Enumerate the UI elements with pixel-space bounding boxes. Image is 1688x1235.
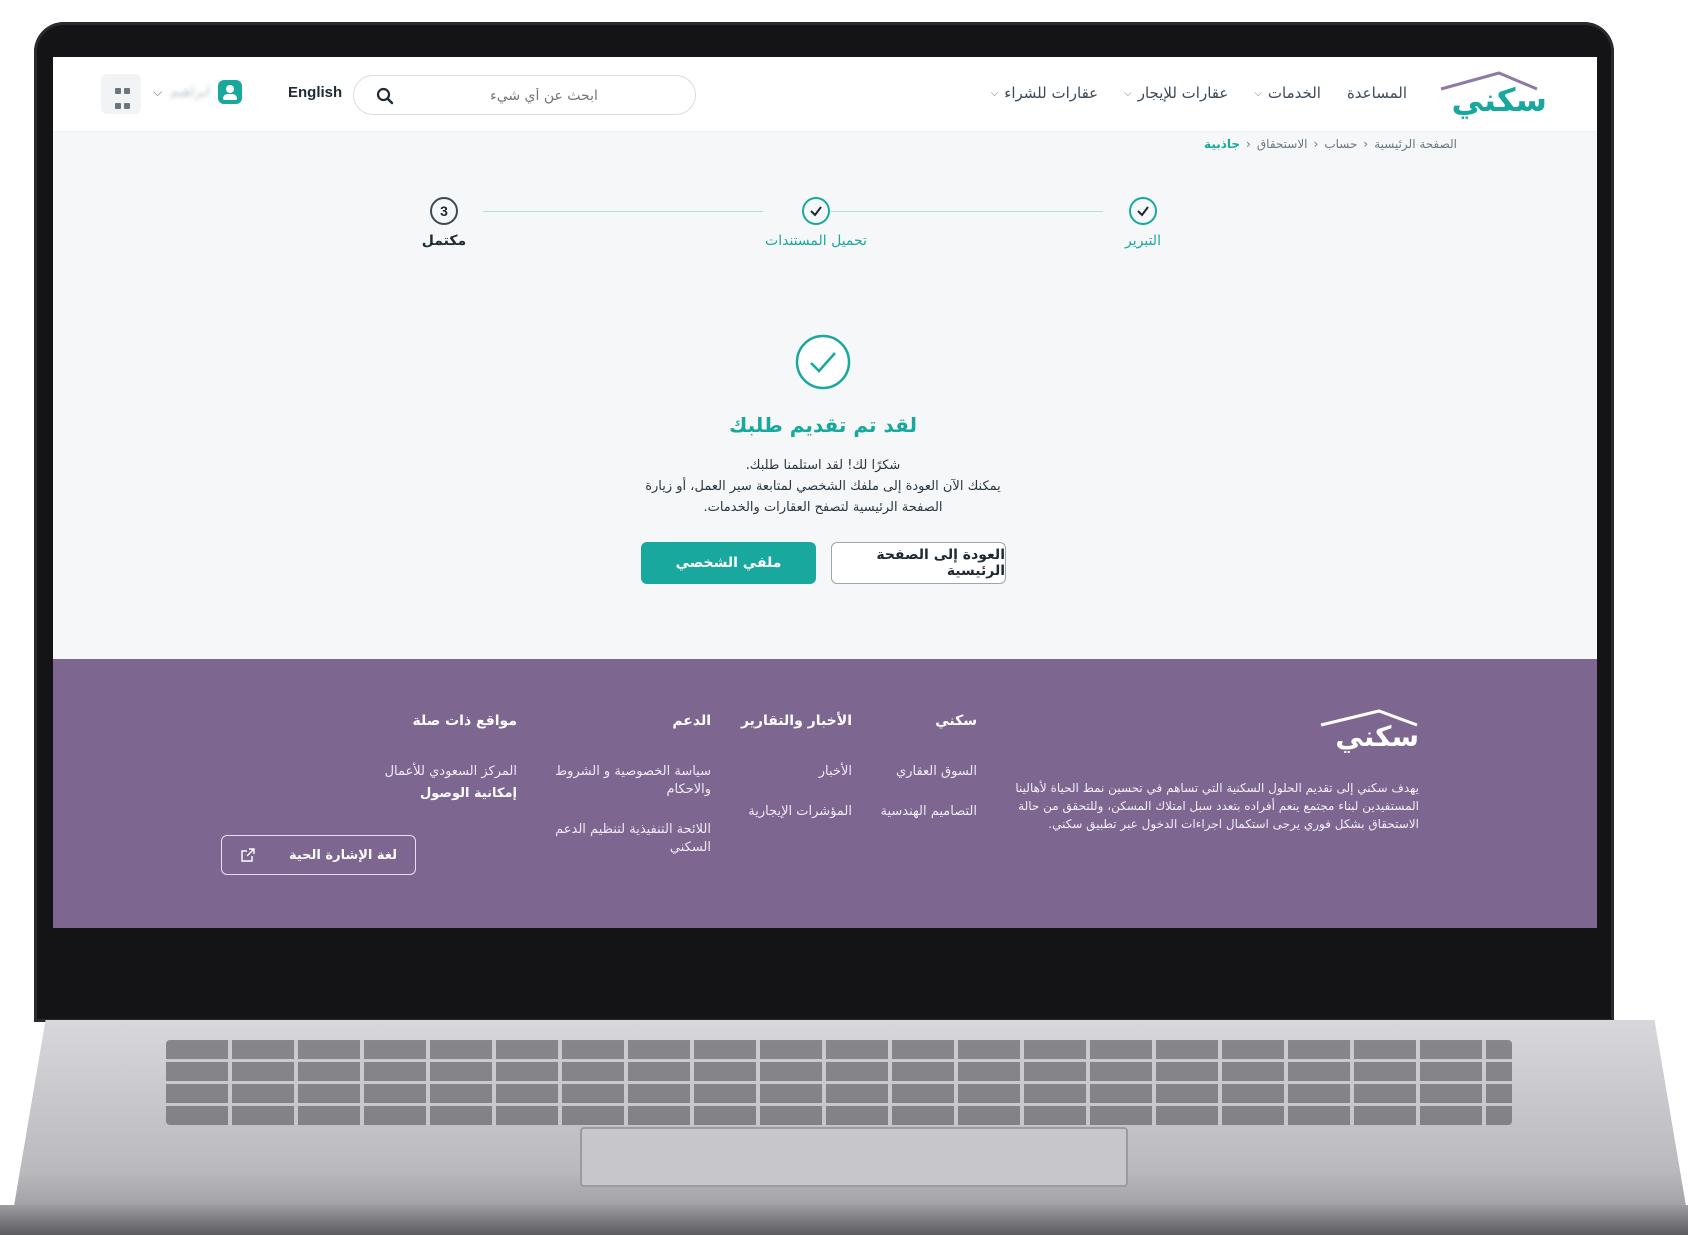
footer-column-sakani: سكني السوق العقاري التصاميم الهندسية — [881, 713, 978, 843]
laptop-trackpad — [580, 1127, 1128, 1187]
sign-language-label: لغة الإشارة الحية — [288, 847, 397, 863]
breadcrumb-home[interactable]: الصفحة الرئيسية — [1374, 137, 1457, 151]
nav-buy-label: عقارات للشراء — [1004, 84, 1099, 102]
step-label: تحميل المستندات — [765, 233, 867, 249]
stepper-line — [483, 211, 763, 212]
chevron-down-icon: ⌵ — [1254, 87, 1262, 99]
site-footer: سكني يهدف سكني إلى تقديم الحلول السكنية … — [53, 659, 1597, 928]
step-upload-documents: تحميل المستندات — [746, 197, 886, 249]
search-bar[interactable] — [353, 75, 696, 115]
sakani-logo[interactable]: سكني — [1437, 71, 1547, 119]
my-profile-button[interactable]: ملفي الشخصي — [641, 542, 816, 584]
footer-column-title: مواقع ذات صلة — [412, 713, 517, 729]
footer-link[interactable]: التصاميم الهندسية — [881, 803, 978, 821]
step-number: 3 — [430, 197, 458, 225]
step-check-icon — [802, 197, 830, 225]
success-line-1: شكرًا لك! لقد استلمنا طلبك. — [745, 458, 901, 473]
chevron-down-icon: ⌵ — [1124, 87, 1132, 99]
search-input[interactable] — [414, 84, 674, 108]
laptop-base-edge — [0, 1205, 1688, 1235]
nav-rent[interactable]: عقارات للإيجار ⌵ — [1124, 84, 1228, 102]
breadcrumb-separator-icon: ‹ — [1246, 137, 1251, 151]
footer-column-title: الدعم — [672, 713, 711, 729]
nav-services[interactable]: الخدمات ⌵ — [1254, 84, 1321, 102]
footer-link[interactable]: المركز السعودي للأعمال — [317, 763, 517, 781]
footer-link[interactable]: سياسة الخصوصية و الشروط والاحكام — [531, 763, 711, 799]
breadcrumb: الصفحة الرئيسية ‹ حساب ‹ الاستحقاق ‹ جاذ… — [1204, 137, 1457, 151]
breadcrumb-current: جاذبية — [1204, 137, 1241, 151]
step-check-icon — [1129, 197, 1157, 225]
footer-link[interactable]: الأخبار — [741, 763, 852, 781]
step-label: التبرير — [1125, 233, 1161, 249]
external-link-icon — [241, 848, 255, 862]
success-message: شكرًا لك! لقد استلمنا طلبك. يمكنك الآن ا… — [643, 455, 1003, 518]
accessibility-link[interactable]: إمكانية الوصول — [317, 785, 517, 803]
nav-help-label: المساعدة — [1346, 84, 1407, 102]
footer-column-news: الأخبار والتقارير الأخبار المؤشرات الإيج… — [741, 713, 852, 843]
apps-grid-icon[interactable] — [101, 74, 141, 114]
footer-link[interactable]: اللائحة التنفيذية لتنظيم الدعم السكني — [531, 821, 711, 857]
chevron-down-icon: ⌵ — [153, 84, 163, 99]
logo-text: سكني — [1451, 81, 1547, 119]
step-complete: 3 مكتمل — [374, 197, 514, 249]
user-name: ابراهيم — [170, 84, 211, 100]
site-header: سكني عقارات للشراء ⌵ عقارات للإيجار ⌵ ال… — [53, 57, 1597, 132]
breadcrumb-separator-icon: ‹ — [1313, 137, 1319, 151]
footer-column-title: سكني — [935, 713, 977, 729]
chevron-down-icon: ⌵ — [990, 87, 999, 99]
sign-language-button[interactable]: لغة الإشارة الحية — [221, 835, 416, 875]
footer-link[interactable]: المؤشرات الإيجارية — [741, 803, 852, 821]
browser-screen: سكني عقارات للشراء ⌵ عقارات للإيجار ⌵ ال… — [53, 57, 1597, 928]
footer-column-support: الدعم سياسة الخصوصية و الشروط والاحكام ا… — [531, 713, 711, 879]
footer-description: يهدف سكني إلى تقديم الحلول السكنية التي … — [1015, 781, 1419, 831]
nav-services-label: الخدمات — [1267, 84, 1321, 102]
nav-rent-label: عقارات للإيجار — [1137, 84, 1229, 102]
search-icon[interactable] — [376, 87, 394, 105]
breadcrumb-separator-icon: ‹ — [1363, 137, 1369, 151]
laptop-mockup: سكني عقارات للشراء ⌵ عقارات للإيجار ⌵ ال… — [0, 0, 1688, 1235]
user-menu[interactable]: ⌵ ابراهيم — [153, 80, 243, 104]
breadcrumb-eligibility[interactable]: الاستحقاق — [1257, 137, 1308, 151]
user-avatar-icon — [218, 80, 243, 104]
footer-logo-text: سكني — [1335, 720, 1419, 753]
footer-column-related: مواقع ذات صلة المركز السعودي للأعمال إمك… — [317, 713, 517, 825]
footer-column-title: الأخبار والتقارير — [740, 713, 852, 729]
language-switch[interactable]: English — [288, 84, 342, 101]
breadcrumb-account[interactable]: حساب — [1324, 137, 1357, 151]
nav-buy[interactable]: عقارات للشراء ⌵ — [991, 84, 1098, 102]
nav-help[interactable]: المساعدة — [1347, 84, 1407, 102]
back-to-home-button[interactable]: العودة إلى الصفحة الرئيسية — [831, 542, 1006, 584]
footer-link[interactable]: السوق العقاري — [881, 763, 977, 781]
step-justification: التبرير — [1073, 197, 1213, 249]
success-check-icon — [795, 334, 851, 390]
footer-logo: سكني — [1309, 709, 1419, 753]
main-nav: عقارات للشراء ⌵ عقارات للإيجار ⌵ الخدمات… — [991, 84, 1407, 102]
laptop-keyboard — [166, 1040, 1512, 1125]
success-title: لقد تم تقديم طلبك — [729, 413, 917, 437]
success-line-2: يمكنك الآن العودة إلى ملفك الشخصي لمتابع… — [645, 479, 1001, 515]
step-label: مكتمل — [421, 233, 467, 249]
